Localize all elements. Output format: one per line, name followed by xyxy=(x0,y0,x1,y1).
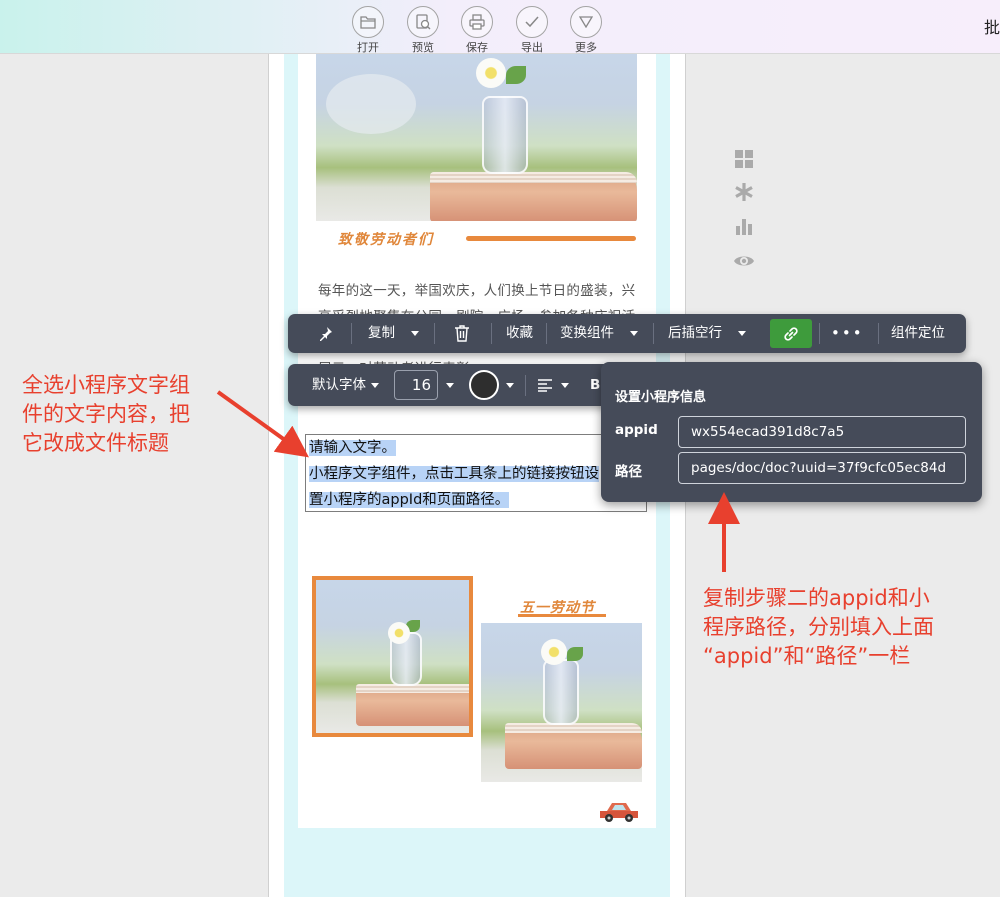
framed-photo[interactable] xyxy=(312,576,473,737)
delete-button[interactable] xyxy=(454,314,470,353)
mini-program-link-button[interactable] xyxy=(770,319,812,348)
open-button[interactable]: 打开 xyxy=(348,6,388,55)
export-label: 导出 xyxy=(521,41,543,54)
header-photo[interactable] xyxy=(316,54,637,221)
eye-icon[interactable] xyxy=(733,250,755,272)
preview-button[interactable]: 预览 xyxy=(403,6,443,55)
article-heading: 致敬劳动者们 xyxy=(338,232,434,248)
folder-icon xyxy=(352,6,384,38)
grid-icon[interactable] xyxy=(733,148,755,170)
selected-text-line: 小程序文字组件，点击工具条上的链接按钮设 xyxy=(309,466,599,482)
printer-save-icon xyxy=(461,6,493,38)
convert-component-button[interactable]: 变换组件 xyxy=(560,314,638,353)
pin-icon xyxy=(320,327,332,341)
section-photo[interactable] xyxy=(481,623,642,782)
asterisk-icon[interactable] xyxy=(733,181,755,203)
font-family-select[interactable]: 默认字体 xyxy=(312,364,379,406)
section-heading-underline xyxy=(518,614,606,617)
copy-button[interactable]: 复制 xyxy=(368,314,419,353)
preview-label: 预览 xyxy=(412,41,434,54)
locate-component-button[interactable]: 组件定位 xyxy=(891,314,945,353)
trash-icon xyxy=(455,325,469,342)
right-annotation: 复制步骤二的appid和小 程序路径，分别填入上面 “appid”和“路径”一栏 xyxy=(703,586,934,668)
export-button[interactable]: 导出 xyxy=(512,6,552,55)
more-actions-button[interactable]: ••• xyxy=(831,314,864,353)
save-button[interactable]: 保存 xyxy=(457,6,497,55)
align-left-icon xyxy=(538,379,552,392)
text-color-picker[interactable] xyxy=(469,370,499,400)
left-annotation: 全选小程序文字组 件的文字内容，把 它改成文件标题 xyxy=(22,373,190,455)
preview-icon xyxy=(407,6,439,38)
component-toolbar: 复制 收藏 变换组件 后插空行 ••• 组件定位 xyxy=(288,314,966,353)
favorite-button[interactable]: 收藏 xyxy=(506,314,533,353)
top-toolbar: 打开 预览 保存 导出 更多 批 xyxy=(0,0,1000,54)
selected-text-line: 请输入文字。 xyxy=(309,440,396,456)
font-size-dropdown[interactable] xyxy=(446,364,454,406)
text-color-dropdown[interactable] xyxy=(506,364,514,406)
bold-button[interactable]: B xyxy=(590,364,600,406)
mini-program-text-component[interactable]: 请输入文字。 小程序文字组件，点击工具条上的链接按钮设 置小程序的appId和页… xyxy=(305,434,647,512)
cut-off-menu-glyph: 批 xyxy=(983,18,1000,37)
car-icon xyxy=(597,797,641,823)
appid-input[interactable]: wx554ecad391d8c7a5 xyxy=(678,416,966,448)
selected-text-line: 置小程序的appId和页面路径。 xyxy=(309,492,510,508)
checkmark-export-icon xyxy=(516,6,548,38)
more-button[interactable]: 更多 xyxy=(566,6,606,55)
bar-chart-icon[interactable] xyxy=(733,215,755,237)
font-size-input[interactable]: 16 xyxy=(394,370,438,400)
more-label: 更多 xyxy=(575,41,597,54)
save-label: 保存 xyxy=(466,41,488,54)
triangle-more-icon xyxy=(570,6,602,38)
insert-blank-line-button[interactable]: 后插空行 xyxy=(668,314,746,353)
path-input[interactable]: pages/doc/doc?uuid=37f9cfc05ec84d xyxy=(678,452,966,484)
mini-program-settings-panel: 设置小程序信息 appid wx554ecad391d8c7a5 路径 page… xyxy=(601,362,982,502)
path-label: 路径 xyxy=(615,464,642,480)
appid-label: appid xyxy=(615,422,658,438)
panel-title: 设置小程序信息 xyxy=(615,390,707,405)
align-button[interactable] xyxy=(537,364,569,406)
heading-underline xyxy=(466,236,636,241)
pin-button[interactable] xyxy=(318,314,334,353)
open-label: 打开 xyxy=(357,41,379,54)
link-icon xyxy=(784,326,798,341)
